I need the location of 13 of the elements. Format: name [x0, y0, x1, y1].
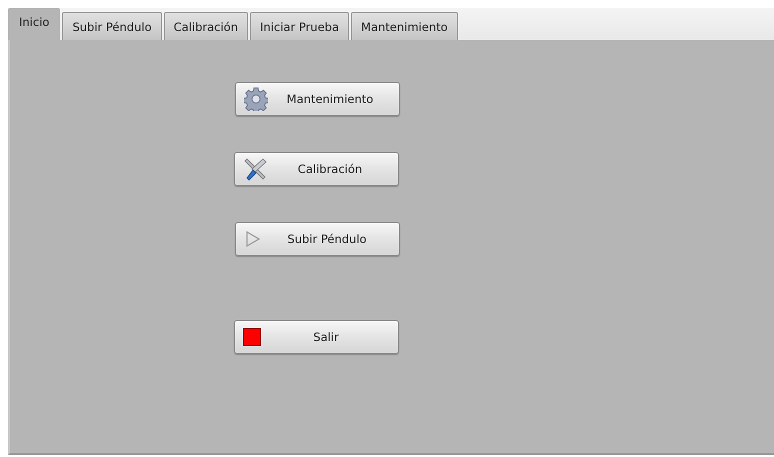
action-button[interactable]: Calibración: [234, 152, 398, 186]
tab[interactable]: Subir Péndulo: [62, 12, 162, 40]
tools-icon: [242, 156, 268, 182]
tab[interactable]: Iniciar Prueba: [250, 12, 350, 40]
tab[interactable]: Inicio: [8, 8, 60, 40]
action-button[interactable]: Salir: [234, 320, 398, 354]
tab[interactable]: Calibración: [164, 12, 248, 40]
tab[interactable]: Mantenimiento: [351, 12, 458, 40]
stop-icon: [242, 328, 260, 346]
gear-icon: [244, 87, 268, 111]
action-button[interactable]: Subir Péndulo: [234, 222, 400, 256]
action-button[interactable]: Mantenimiento: [234, 82, 400, 116]
play-icon: [244, 230, 262, 248]
